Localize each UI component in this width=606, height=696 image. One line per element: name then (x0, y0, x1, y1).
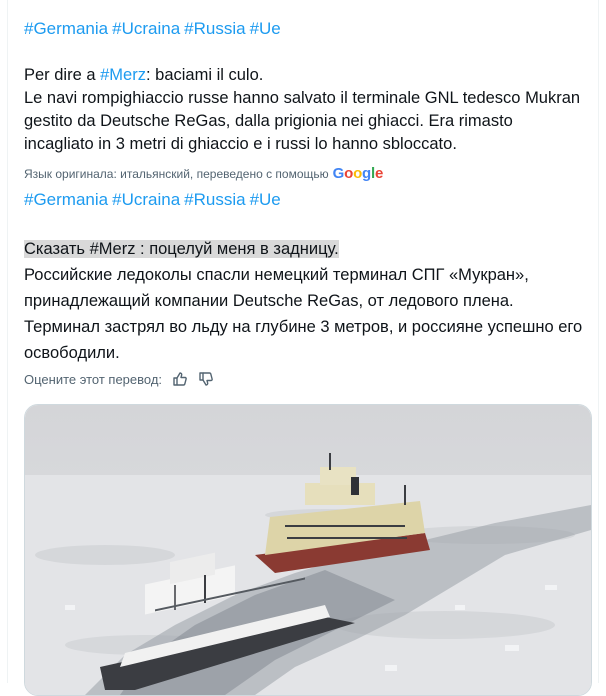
hashtags-original: #Germania #Ucraina #Russia #Ue (24, 19, 285, 39)
post-text-translated: Сказать #Merz : поцелуй меня в задницу. … (24, 236, 590, 366)
translation-notice: Язык оригинала: итальянский, переведено … (24, 165, 383, 182)
hashtag-link[interactable]: #Russia (184, 19, 245, 38)
icebreakers-photo (25, 405, 591, 695)
thumbs-up-icon[interactable] (172, 371, 188, 387)
rate-translation: Оцените этот перевод: (24, 371, 214, 387)
translation-body: Российские ледоколы спасли немецкий терм… (24, 266, 583, 362)
post-first-line: Per dire a #Merz: baciami il culo. (24, 64, 584, 87)
post-text-original: Per dire a #Merz: baciami il culo. Le na… (24, 64, 584, 156)
thumbs-down-icon[interactable] (198, 371, 214, 387)
hashtag-link[interactable]: #Ue (250, 19, 281, 38)
mention-link[interactable]: #Merz (100, 66, 146, 84)
post-text-fragment: Per dire a (24, 66, 101, 84)
post-body: Le navi rompighiaccio russe hanno salvat… (24, 89, 581, 153)
post-media-image[interactable] (24, 404, 592, 696)
translation-highlight: Сказать #Merz : поцелуй меня в задницу. (24, 240, 339, 258)
timeline-border-left (7, 0, 8, 683)
hashtag-link[interactable]: #Russia (184, 190, 245, 209)
hashtag-link[interactable]: #Germania (24, 19, 108, 38)
post-text-fragment: : baciami il culo. (145, 66, 264, 84)
hashtag-link[interactable]: #Ucraina (112, 19, 180, 38)
timeline-border-right (598, 0, 599, 683)
hashtag-link[interactable]: #Ucraina (112, 190, 180, 209)
hashtags-translated: #Germania #Ucraina #Russia #Ue (24, 190, 285, 210)
hashtag-link[interactable]: #Ue (250, 190, 281, 209)
google-logo: Google (332, 165, 384, 182)
hashtag-link[interactable]: #Germania (24, 190, 108, 209)
rate-translation-label: Оцените этот перевод: (24, 371, 163, 387)
translation-notice-text: Язык оригинала: итальянский, переведено … (24, 166, 329, 181)
